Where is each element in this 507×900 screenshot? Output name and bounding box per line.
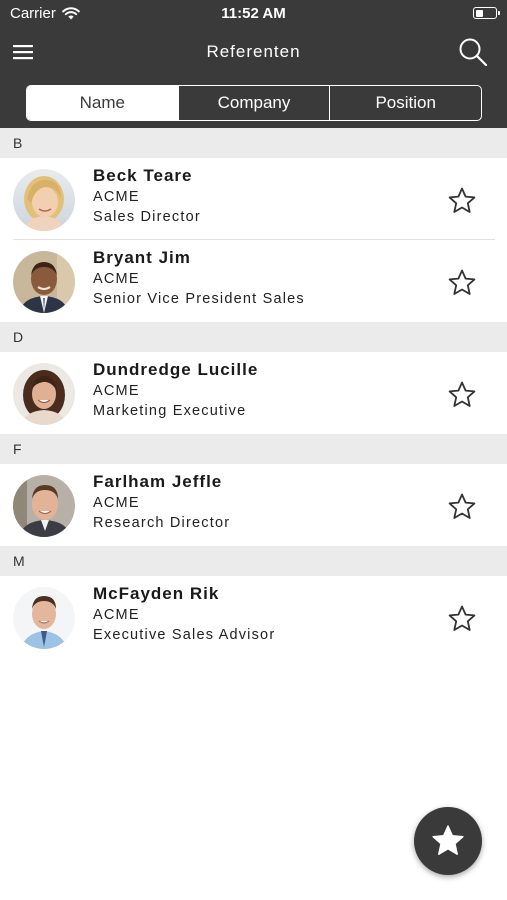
section-header-m: M	[0, 546, 507, 576]
contact-info: Dundredge Lucille ACME Marketing Executi…	[93, 359, 258, 421]
contact-company: ACME	[93, 607, 140, 623]
favorite-star-icon[interactable]	[447, 492, 477, 522]
tab-position[interactable]: Position	[329, 86, 481, 120]
contact-info: Farlham Jeffle ACME Research Director	[93, 471, 230, 533]
status-time: 11:52 AM	[221, 5, 286, 22]
contact-name: Farlham Jeffle	[93, 472, 223, 491]
contact-name: Beck Teare	[93, 166, 193, 185]
top-bar: Carrier 11:52 AM Referenten Name Company	[0, 0, 507, 128]
status-bar: Carrier 11:52 AM	[0, 0, 507, 28]
avatar	[13, 169, 75, 231]
contact-position: Marketing Executive	[93, 403, 247, 419]
contact-position: Senior Vice President Sales	[93, 291, 305, 307]
contact-company: ACME	[93, 495, 140, 511]
favorites-fab-button[interactable]	[414, 807, 482, 875]
section-header-f: F	[0, 434, 507, 464]
sort-segmented-control: Name Company Position	[26, 85, 482, 121]
contact-info: McFayden Rik ACME Executive Sales Adviso…	[93, 583, 275, 645]
navigation-bar: Referenten	[0, 30, 507, 74]
section-header-b: B	[0, 128, 507, 158]
contact-name: McFayden Rik	[93, 584, 220, 603]
star-icon	[432, 825, 464, 855]
tab-name[interactable]: Name	[27, 86, 178, 120]
contact-company: ACME	[93, 383, 140, 399]
favorite-star-icon[interactable]	[447, 380, 477, 410]
contact-row[interactable]: Dundredge Lucille ACME Marketing Executi…	[0, 352, 507, 434]
page-title: Referenten	[206, 42, 301, 61]
contact-name: Dundredge Lucille	[93, 360, 259, 379]
tab-company[interactable]: Company	[177, 86, 330, 120]
contact-company: ACME	[93, 189, 140, 205]
contact-name: Bryant Jim	[93, 248, 191, 267]
contact-list: B Beck Teare ACME Sales Director Bryant …	[0, 128, 507, 658]
favorite-star-icon[interactable]	[447, 268, 477, 298]
contact-row[interactable]: Bryant Jim ACME Senior Vice President Sa…	[0, 240, 507, 322]
search-icon[interactable]	[457, 36, 489, 68]
contact-row[interactable]: McFayden Rik ACME Executive Sales Adviso…	[0, 576, 507, 658]
contact-row[interactable]: Farlham Jeffle ACME Research Director	[0, 464, 507, 546]
section-header-d: D	[0, 322, 507, 352]
favorite-star-icon[interactable]	[447, 604, 477, 634]
avatar	[13, 475, 75, 537]
contact-position: Research Director	[93, 515, 231, 531]
contact-row[interactable]: Beck Teare ACME Sales Director	[0, 158, 507, 240]
contact-info: Beck Teare ACME Sales Director	[93, 165, 201, 227]
favorite-star-icon[interactable]	[447, 186, 477, 216]
contact-company: ACME	[93, 271, 140, 287]
avatar	[13, 363, 75, 425]
avatar	[13, 587, 75, 649]
battery-icon	[473, 7, 500, 19]
contact-position: Executive Sales Advisor	[93, 627, 276, 643]
contact-info: Bryant Jim ACME Senior Vice President Sa…	[93, 247, 305, 309]
avatar	[13, 251, 75, 313]
contact-position: Sales Director	[93, 209, 201, 225]
